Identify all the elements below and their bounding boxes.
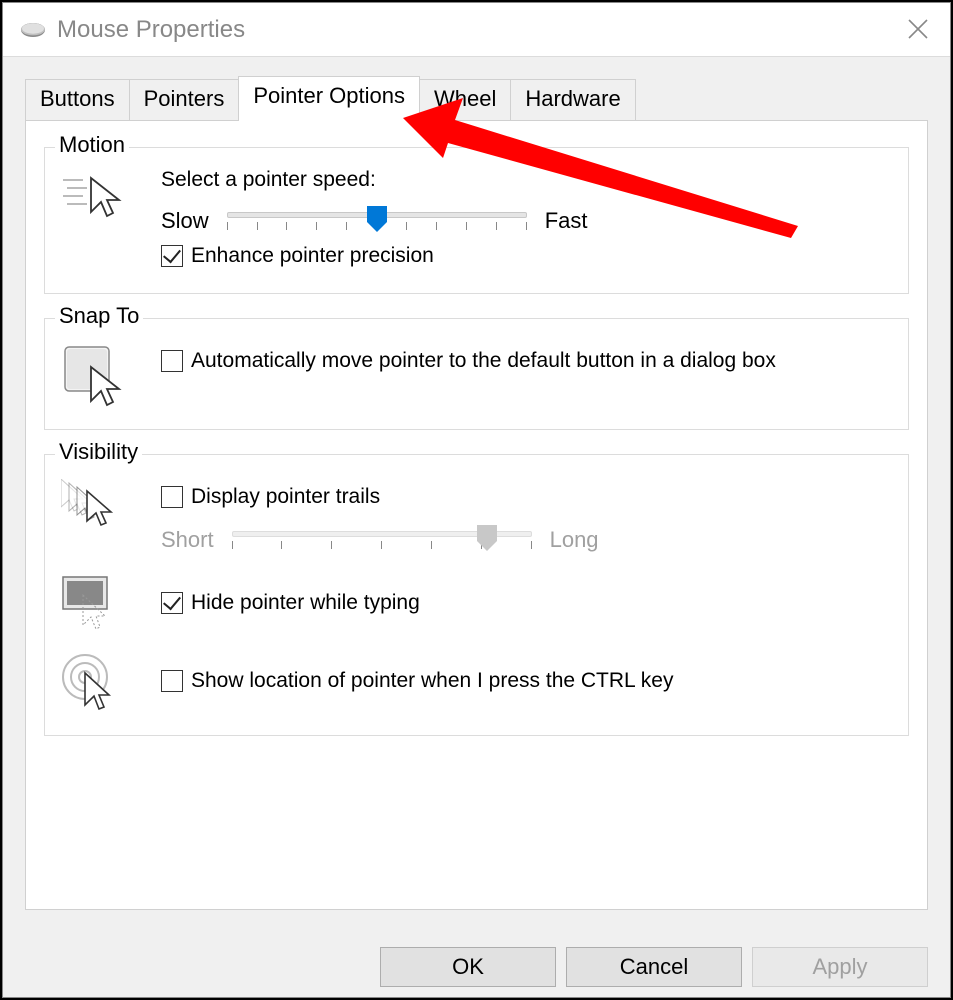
cursor-speed-icon — [61, 172, 131, 224]
ok-button[interactable]: OK — [380, 947, 556, 987]
tab-panel: Motion Select a pointer speed — [25, 120, 928, 910]
pointer-speed-label: Select a pointer speed: — [161, 168, 892, 192]
titlebar: Mouse Properties — [3, 3, 950, 57]
group-visibility: Visibility Display po — [44, 454, 909, 735]
hide-pointer-icon — [61, 575, 125, 637]
trail-short-label: Short — [161, 527, 214, 553]
group-motion-title: Motion — [55, 132, 129, 158]
tab-hardware[interactable]: Hardware — [510, 79, 635, 120]
ctrl-locate-label: Show location of pointer when I press th… — [191, 667, 673, 694]
group-motion: Motion Select a pointer speed — [44, 147, 909, 294]
pointer-speed-slider[interactable] — [227, 212, 527, 230]
snap-to-label: Automatically move pointer to the defaul… — [191, 347, 776, 374]
ctrl-locate-checkbox[interactable]: Show location of pointer when I press th… — [161, 667, 892, 694]
display-trails-label: Display pointer trails — [191, 483, 380, 510]
snap-to-icon — [61, 343, 125, 413]
trail-length-slider — [232, 531, 532, 549]
tab-pointer-options[interactable]: Pointer Options — [238, 76, 420, 121]
pointer-trails-icon — [61, 479, 133, 537]
enhance-precision-checkbox[interactable]: Enhance pointer precision — [161, 242, 892, 269]
trail-long-label: Long — [550, 527, 599, 553]
tab-wheel[interactable]: Wheel — [419, 79, 511, 120]
cancel-button[interactable]: Cancel — [566, 947, 742, 987]
apply-button: Apply — [752, 947, 928, 987]
close-icon[interactable] — [900, 11, 936, 47]
speed-fast-label: Fast — [545, 208, 588, 234]
tab-strip: Buttons Pointers Pointer Options Wheel H… — [25, 79, 950, 120]
hide-pointer-checkbox[interactable]: Hide pointer while typing — [161, 589, 892, 616]
tab-buttons[interactable]: Buttons — [25, 79, 130, 120]
mouse-icon — [15, 21, 47, 39]
speed-slow-label: Slow — [161, 208, 209, 234]
tab-pointers[interactable]: Pointers — [129, 79, 240, 120]
group-snap-title: Snap To — [55, 303, 143, 329]
snap-to-checkbox[interactable]: Automatically move pointer to the defaul… — [161, 347, 892, 374]
hide-pointer-label: Hide pointer while typing — [191, 589, 420, 616]
display-trails-checkbox[interactable]: Display pointer trails — [161, 483, 892, 510]
enhance-precision-label: Enhance pointer precision — [191, 242, 434, 269]
group-snap-to: Snap To Automatically move pointer to — [44, 318, 909, 430]
dialog-footer: OK Cancel Apply — [380, 947, 928, 987]
ctrl-locate-icon — [61, 653, 125, 719]
group-visibility-title: Visibility — [55, 439, 142, 465]
window-title: Mouse Properties — [57, 16, 245, 44]
dialog-window: Mouse Properties Buttons Pointers Pointe… — [2, 2, 951, 998]
